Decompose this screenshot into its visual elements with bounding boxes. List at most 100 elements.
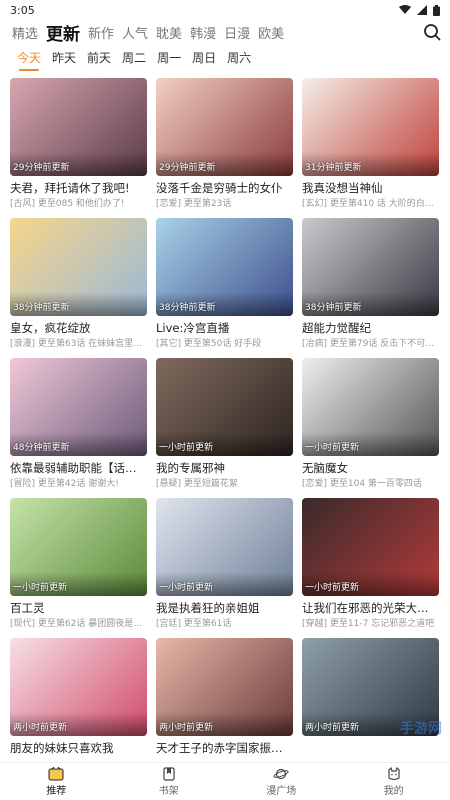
tab-bl[interactable]: 耽美 xyxy=(156,23,182,42)
comic-card[interactable]: 一小时前更新我的专属邪神 [悬疑] 更至短篇花絮 xyxy=(156,358,293,498)
comic-card[interactable]: 38分钟前更新 超能力觉醒纪 [冶病] 更至第79话 反击下不可能的 xyxy=(302,218,439,358)
day-tab-saturday[interactable]: 周六 xyxy=(227,49,251,66)
comic-subtitle: [恋爱] 更至104 第一百零四话 xyxy=(302,479,422,489)
planet-icon xyxy=(273,768,289,779)
nav-recommend[interactable]: 推荐 xyxy=(0,763,113,800)
wifi-icon xyxy=(399,5,411,14)
update-time: 31分钟前更新 xyxy=(305,163,362,173)
comic-subtitle: [穿越] 更至11-7 忘记邪恶之道吧 xyxy=(302,619,435,629)
update-time: 29分钟前更新 xyxy=(159,163,216,173)
day-tab-monday[interactable]: 周一 xyxy=(157,49,181,66)
profile-icon xyxy=(388,766,400,780)
comic-card[interactable]: 一小时前更新让我们在邪恶的光荣大道上... [穿越] 更至11-7 忘记邪恶之道吧 xyxy=(302,498,439,638)
comic-cover[interactable]: 31分钟前更新 xyxy=(302,78,439,176)
nav-bookshelf[interactable]: 书架 xyxy=(113,763,226,800)
comic-card[interactable]: 两小时前更新天才王子的赤字国家振兴术 xyxy=(156,638,293,768)
comic-card[interactable]: 两小时前更新 xyxy=(302,638,439,768)
update-time: 两小时前更新 xyxy=(13,723,68,733)
comic-card[interactable]: 两小时前更新朋友的妹妹只喜欢我 xyxy=(10,638,147,768)
comic-subtitle: [玄幻] 更至第410 话 大阶的白骨精 xyxy=(302,199,439,209)
comic-cover[interactable]: 一小时前更新 xyxy=(10,498,147,596)
comic-cover[interactable]: 38分钟前更新 xyxy=(156,218,293,316)
comic-title[interactable]: 夫君，拜托请休了我吧! xyxy=(10,181,147,196)
nav-label: 漫广场 xyxy=(266,785,297,797)
comic-cover[interactable]: 29分钟前更新 xyxy=(10,78,147,176)
day-tab-day-before[interactable]: 前天 xyxy=(87,49,111,66)
comic-card[interactable]: 一小时前更新无脑魔女 [恋爱] 更至104 第一百零四话 xyxy=(302,358,439,498)
comic-card[interactable]: 38分钟前更新 Live:冷宫直播 [其它] 更至第50话 好手段 xyxy=(156,218,293,358)
nav-label: 推荐 xyxy=(46,785,67,797)
update-time: 一小时前更新 xyxy=(159,443,214,453)
comic-card[interactable]: 31分钟前更新我真没想当神仙 [玄幻] 更至第410 话 大阶的白骨精 xyxy=(302,78,439,218)
search-icon[interactable] xyxy=(422,22,442,42)
comic-cover[interactable]: 一小时前更新 xyxy=(302,498,439,596)
comic-cover[interactable]: 48分钟前更新 xyxy=(10,358,147,456)
nav-label: 我的 xyxy=(383,785,404,797)
comic-title[interactable]: 没落千金是穷骑士的女仆 xyxy=(156,181,293,196)
comic-title[interactable]: 百工灵 xyxy=(10,601,147,616)
day-tab-sunday[interactable]: 周日 xyxy=(192,49,216,66)
comic-cover[interactable]: 两小时前更新 xyxy=(10,638,147,736)
comic-title[interactable]: 超能力觉醒纪 xyxy=(302,321,439,336)
tab-updates[interactable]: 更新 xyxy=(46,20,80,45)
nav-profile[interactable]: 我的 xyxy=(338,763,450,800)
comic-subtitle: [其它] 更至第50话 好手段 xyxy=(156,339,262,349)
comic-card[interactable]: 一小时前更新百工灵 [现代] 更至第62话 暴团圆夜是中秋 xyxy=(10,498,147,638)
update-time: 29分钟前更新 xyxy=(13,163,70,173)
comic-subtitle: [古风] 更至085 和他们办了! xyxy=(10,199,125,209)
comic-cover[interactable]: 38分钟前更新 xyxy=(10,218,147,316)
update-time: 两小时前更新 xyxy=(305,723,360,733)
comic-title[interactable]: 依靠最弱辅助职能【话术士... xyxy=(10,461,147,476)
comic-title[interactable]: 天才王子的赤字国家振兴术 xyxy=(156,741,293,756)
comic-cover[interactable]: 38分钟前更新 xyxy=(302,218,439,316)
comic-title[interactable]: 让我们在邪恶的光荣大道上... xyxy=(302,601,439,616)
bottom-nav: 推荐 书架 漫广场 我的 xyxy=(0,762,450,800)
comic-cover[interactable]: 一小时前更新 xyxy=(302,358,439,456)
comic-title[interactable]: 无脑魔女 xyxy=(302,461,439,476)
signal-icon xyxy=(417,5,427,15)
comic-cover[interactable]: 一小时前更新 xyxy=(156,358,293,456)
tab-featured[interactable]: 精选 xyxy=(12,23,38,42)
tab-popular[interactable]: 人气 xyxy=(122,23,148,42)
comic-subtitle: [冒险] 更至第42话 谢谢大! xyxy=(10,479,119,489)
comic-card[interactable]: 一小时前更新我是执着狂的亲姐姐 [宫廷] 更至第61话 xyxy=(156,498,293,638)
comic-subtitle: [现代] 更至第62话 暴团圆夜是中秋 xyxy=(10,619,147,629)
comic-card[interactable]: 29分钟前更新 没落千金是穷骑士的女仆 [恋爱] 更至第23话 xyxy=(156,78,293,218)
tab-western[interactable]: 欧美 xyxy=(258,23,284,42)
update-time: 48分钟前更新 xyxy=(13,443,70,453)
day-tab-tuesday[interactable]: 周二 xyxy=(122,49,146,66)
comic-cover[interactable]: 29分钟前更新 xyxy=(156,78,293,176)
nav-square[interactable]: 漫广场 xyxy=(225,763,338,800)
comic-title[interactable] xyxy=(302,741,439,756)
comic-title[interactable]: 我真没想当神仙 xyxy=(302,181,439,196)
update-time: 一小时前更新 xyxy=(305,443,360,453)
comic-card[interactable]: 38分钟前更新皇女，疯花绽放 [浪漫] 更至第63话 在妹妹宫里蹭饭 xyxy=(10,218,147,358)
comic-card[interactable]: 48分钟前更新依靠最弱辅助职能【话术士... [冒险] 更至第42话 谢谢大! xyxy=(10,358,147,498)
comic-cover[interactable]: 两小时前更新 xyxy=(156,638,293,736)
comic-title[interactable]: Live:冷宫直播 xyxy=(156,321,293,336)
comic-title[interactable]: 我的专属邪神 xyxy=(156,461,293,476)
day-tab-yesterday[interactable]: 昨天 xyxy=(52,49,76,66)
recommend-icon xyxy=(48,766,64,780)
nav-label: 书架 xyxy=(158,785,179,797)
status-icons xyxy=(399,4,440,16)
comic-card[interactable]: 29分钟前更新夫君，拜托请休了我吧! [古风] 更至085 和他们办了! xyxy=(10,78,147,218)
comic-cover[interactable]: 两小时前更新 xyxy=(302,638,439,736)
comic-title[interactable]: 朋友的妹妹只喜欢我 xyxy=(10,741,147,756)
update-time: 一小时前更新 xyxy=(305,583,360,593)
comic-title[interactable]: 我是执着狂的亲姐姐 xyxy=(156,601,293,616)
comic-cover[interactable]: 一小时前更新 xyxy=(156,498,293,596)
day-tab-today[interactable]: 今天 xyxy=(17,49,41,71)
status-time: 3:05 xyxy=(10,3,35,17)
update-time: 两小时前更新 xyxy=(159,723,214,733)
tab-korean[interactable]: 韩漫 xyxy=(190,23,216,42)
comic-subtitle: [浪漫] 更至第63话 在妹妹宫里蹭饭 xyxy=(10,339,147,349)
comic-subtitle: [悬疑] 更至短篇花絮 xyxy=(156,479,238,489)
tab-new[interactable]: 新作 xyxy=(88,23,114,42)
comic-subtitle: [宫廷] 更至第61话 xyxy=(156,619,232,629)
day-tabs: 今天 昨天 前天 周二 周一 周日 周六 xyxy=(0,46,450,71)
update-time: 一小时前更新 xyxy=(159,583,214,593)
comic-title[interactable]: 皇女，疯花绽放 xyxy=(10,321,147,336)
tab-japanese[interactable]: 日漫 xyxy=(224,23,250,42)
update-time: 38分钟前更新 xyxy=(159,303,216,313)
